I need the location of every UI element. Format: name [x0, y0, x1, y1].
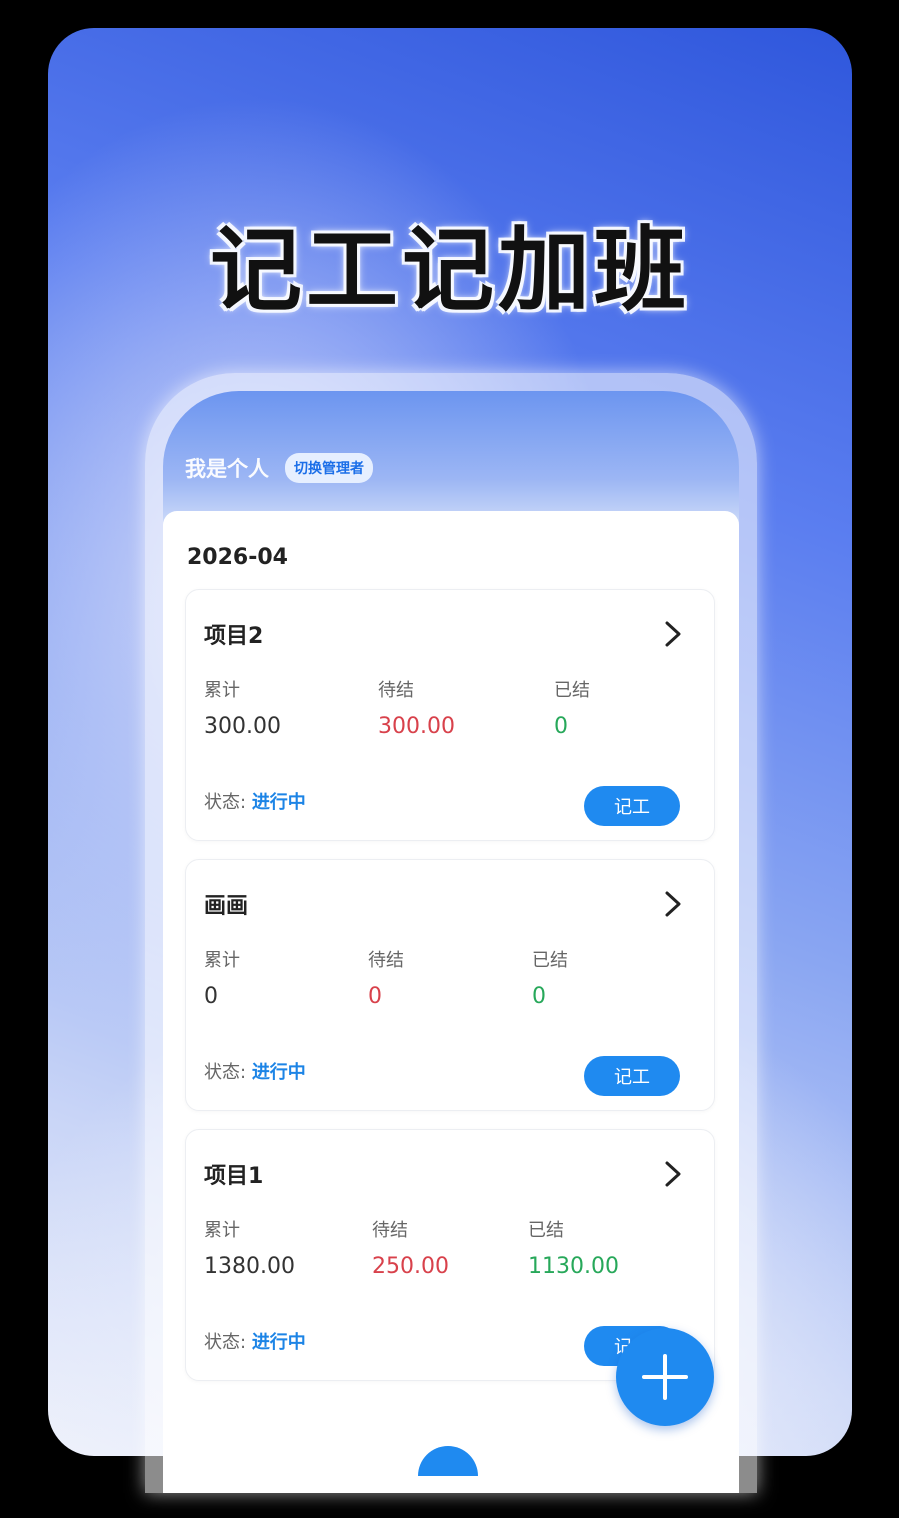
promo-headline: 记工记加班 [209, 217, 690, 324]
month-header: 2026-04 [187, 545, 288, 570]
pending-label: 待结 [368, 950, 404, 971]
role-label: 我是个人 [185, 457, 269, 481]
total-value: 300.00 [204, 714, 281, 739]
status-line: 状态: 进行中 [204, 1328, 306, 1354]
status-label: 状态: [204, 792, 247, 813]
settled-value: 1130.00 [528, 1254, 619, 1279]
chevron-right-icon[interactable] [662, 620, 684, 648]
pending-value: 0 [368, 984, 382, 1009]
project-card[interactable]: 画画 累计 待结 已结 0 0 0 状态: 进行中 记工 [185, 859, 715, 1111]
project-name: 项目2 [204, 624, 264, 649]
status-line: 状态: 进行中 [204, 1058, 306, 1084]
status-label: 状态: [204, 1332, 247, 1353]
add-project-button[interactable] [616, 1328, 714, 1426]
plus-icon [642, 1354, 688, 1400]
record-button[interactable]: 记工 [584, 786, 680, 826]
chevron-right-icon[interactable] [662, 1160, 684, 1188]
app-screen: 我是个人 切换管理者 2026-04 项目2 累计 待结 已结 300.00 3… [163, 391, 739, 1493]
pending-value: 250.00 [372, 1254, 449, 1279]
pending-label: 待结 [372, 1220, 408, 1241]
status-value: 进行中 [251, 792, 306, 813]
phone-frame: 我是个人 切换管理者 2026-04 项目2 累计 待结 已结 300.00 3… [145, 373, 757, 1493]
settled-label: 已结 [554, 680, 590, 701]
settled-label: 已结 [532, 950, 568, 971]
status-value: 进行中 [251, 1332, 306, 1353]
settled-value: 0 [554, 714, 568, 739]
total-value: 1380.00 [204, 1254, 295, 1279]
total-label: 累计 [204, 680, 240, 701]
chevron-right-icon[interactable] [662, 890, 684, 918]
pending-label: 待结 [378, 680, 414, 701]
project-name: 画画 [204, 894, 249, 919]
status-value: 进行中 [251, 1062, 306, 1083]
total-label: 累计 [204, 950, 240, 971]
settled-label: 已结 [528, 1220, 564, 1241]
total-label: 累计 [204, 1220, 240, 1241]
project-name: 项目1 [204, 1164, 264, 1189]
project-card[interactable]: 项目2 累计 待结 已结 300.00 300.00 0 状态: 进行中 记工 [185, 589, 715, 841]
status-label: 状态: [204, 1062, 247, 1083]
status-line: 状态: 进行中 [204, 788, 306, 814]
pending-value: 300.00 [378, 714, 455, 739]
settled-value: 0 [532, 984, 546, 1009]
top-bar: 我是个人 切换管理者 [185, 453, 373, 483]
total-value: 0 [204, 984, 218, 1009]
switch-manager-button[interactable]: 切换管理者 [285, 453, 373, 483]
record-button[interactable]: 记工 [584, 1056, 680, 1096]
